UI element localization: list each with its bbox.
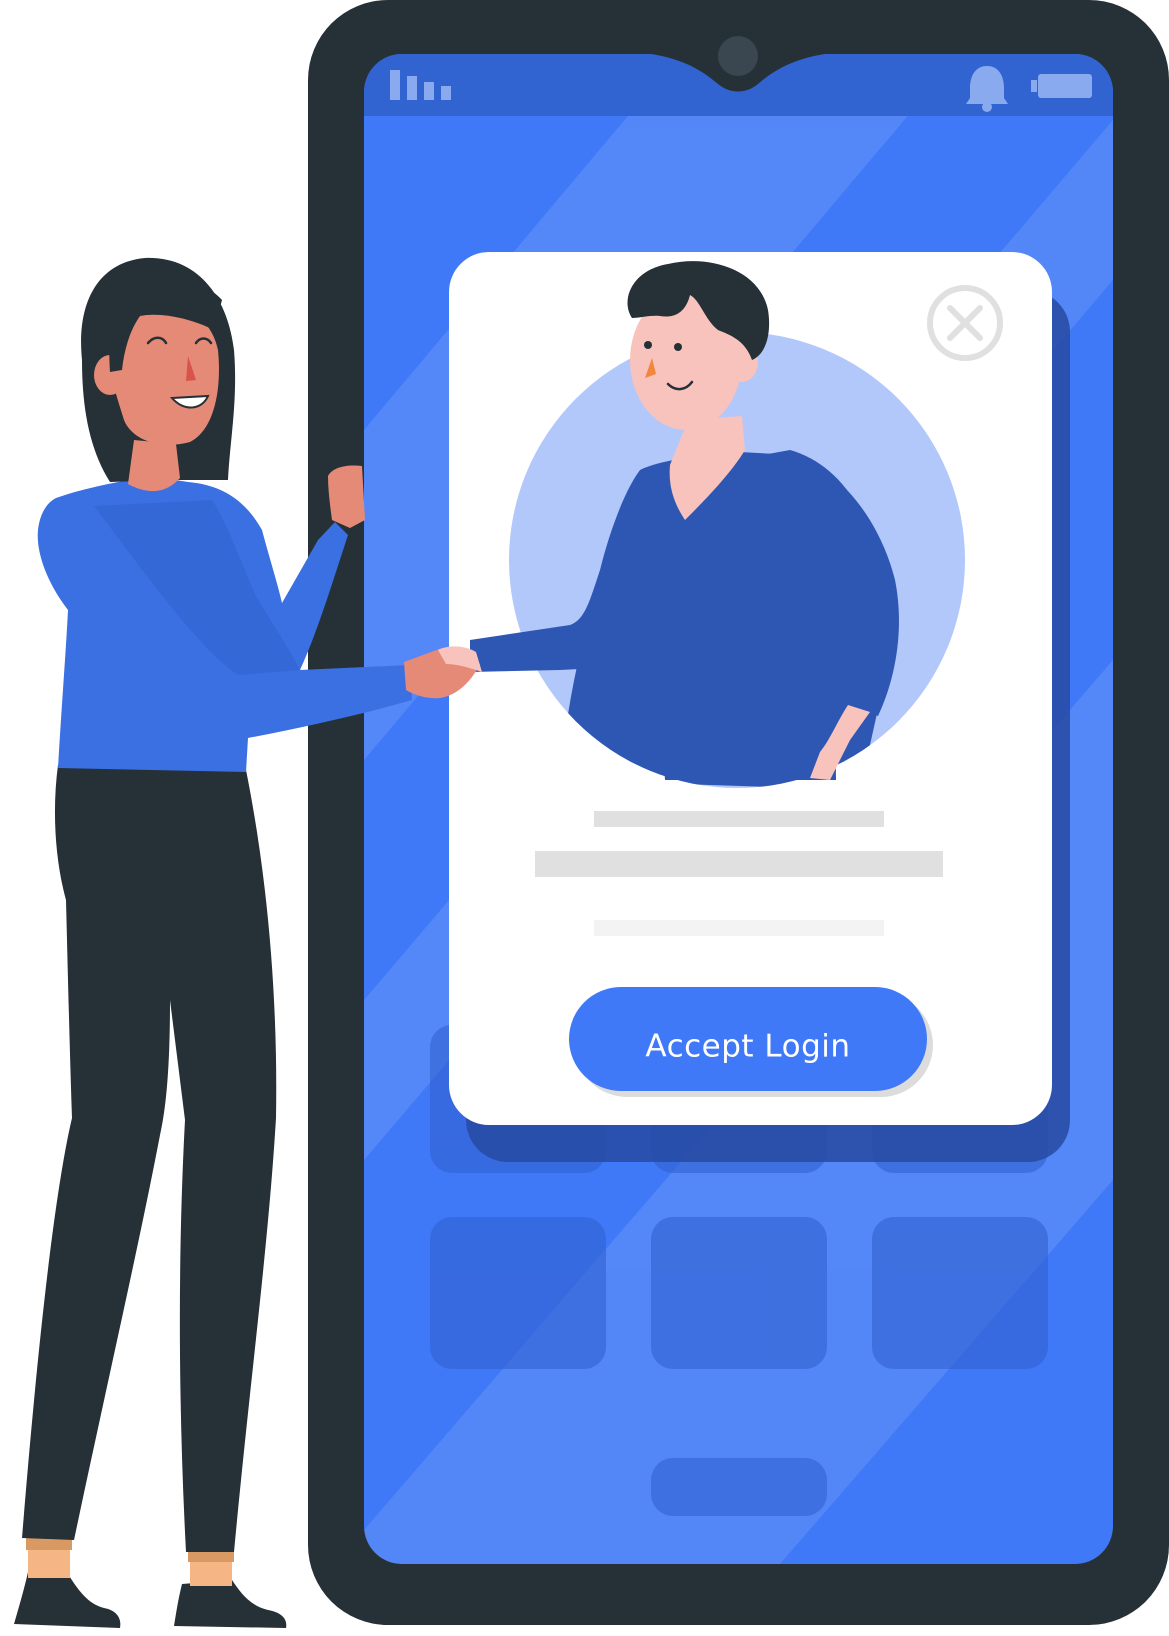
battery-icon: [1031, 74, 1092, 98]
dock-bar[interactable]: [651, 1458, 827, 1516]
shoe-left: [14, 1572, 121, 1628]
app-tile[interactable]: [872, 1217, 1048, 1369]
pants: [22, 765, 277, 1552]
raised-hand: [328, 465, 365, 528]
login-card: Accept Login: [449, 252, 1070, 1162]
camera-icon: [718, 36, 758, 76]
shoe-right: [174, 1580, 287, 1628]
app-tile[interactable]: [651, 1217, 827, 1369]
accept-login-button[interactable]: Accept Login: [569, 987, 933, 1097]
app-tile[interactable]: [430, 1217, 606, 1369]
accept-login-label: Accept Login: [645, 1029, 850, 1065]
illustration: Accept Login: [14, 0, 1169, 1628]
